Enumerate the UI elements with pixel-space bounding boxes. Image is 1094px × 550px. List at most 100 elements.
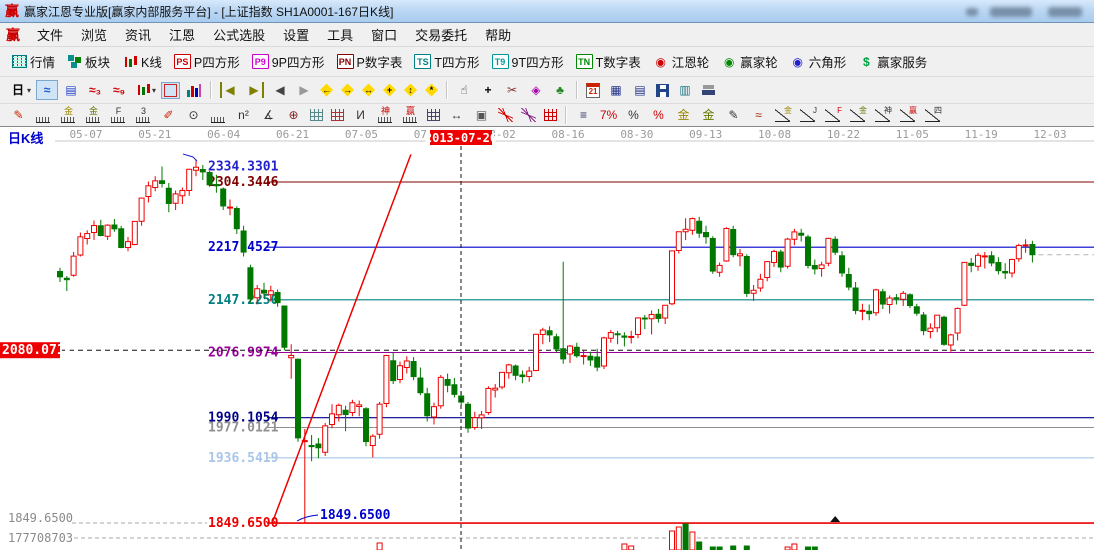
comb-tool[interactable]: [32, 105, 55, 126]
mark-tool-button[interactable]: ◈: [525, 80, 547, 100]
menu-item[interactable]: 浏览: [72, 23, 116, 46]
gann-level-label: 2076.9974: [208, 346, 279, 361]
harrow-tool[interactable]: ↔: [445, 105, 468, 125]
t-square-button[interactable]: TS T四方形: [408, 50, 485, 73]
purple-fan-tool[interactable]: [518, 106, 539, 124]
menu-item[interactable]: 文件: [28, 23, 72, 46]
p-number-table-button[interactable]: PN P数字表: [331, 50, 409, 73]
hexagon-button[interactable]: ◉ 六角形: [784, 50, 853, 73]
skip-start-button[interactable]: ◀: [217, 80, 241, 100]
percent-tool[interactable]: %: [622, 105, 645, 125]
info-panel-button[interactable]: ▤: [60, 80, 82, 100]
percent-under-tool[interactable]: %: [647, 105, 670, 125]
t-number-table-button[interactable]: TN T数字表: [570, 50, 647, 73]
p-square-button[interactable]: PS P四方形: [168, 50, 246, 73]
red-grid-tool[interactable]: [541, 107, 560, 123]
pen-tool[interactable]: ✎: [7, 105, 30, 125]
si-angle-tool[interactable]: 四: [922, 105, 945, 125]
toolbar-button-icon: F: [110, 107, 127, 124]
menu-item[interactable]: 公式选股: [204, 23, 274, 46]
zigzag3-button[interactable]: ≈₃: [84, 80, 106, 100]
brush-tool[interactable]: ✐: [157, 105, 180, 125]
ying-angle-tool[interactable]: 赢: [897, 105, 920, 125]
expand-all-button[interactable]: *: [422, 82, 441, 99]
star-grid-tool[interactable]: [307, 107, 326, 123]
spiral-grid-tool[interactable]: [328, 107, 347, 123]
winner-wheel-button[interactable]: ◉ 赢家轮: [715, 50, 784, 73]
toolbar-button-icon: ◉: [790, 54, 806, 70]
gann-box-button[interactable]: [161, 82, 180, 99]
kline-chart[interactable]: 05-0705-2106-0406-2107-0507-1808-0208-16…: [0, 127, 1094, 550]
angle-measure-tool[interactable]: ∡: [257, 105, 280, 125]
kline-chart-canvas[interactable]: 05-0705-2106-0406-2107-0507-1808-0208-16…: [0, 127, 1094, 550]
scissors-tool-button[interactable]: ✂: [501, 80, 523, 100]
winner-service-button[interactable]: $ 赢家服务: [852, 50, 933, 73]
expand-horizontal-button[interactable]: ↔: [359, 82, 378, 99]
levels-tool[interactable]: ≡: [572, 105, 595, 125]
gold-comb2-tool[interactable]: 金: [82, 105, 105, 126]
ying-comb-tool[interactable]: 赢: [399, 105, 422, 126]
save-button[interactable]: [653, 82, 672, 99]
hand-tool-button[interactable]: ☝: [453, 80, 475, 100]
profile-histogram-button[interactable]: [182, 80, 205, 100]
period-day-dropdown[interactable]: 日 ▾: [7, 80, 34, 100]
calculator-button[interactable]: ▦: [605, 80, 627, 100]
j-angle-tool[interactable]: J: [797, 105, 820, 125]
crosshair-tool-button[interactable]: +: [477, 80, 499, 100]
print-button[interactable]: [698, 81, 719, 99]
kline-button[interactable]: K线: [116, 50, 168, 73]
toolbar-button-icon: 神: [875, 107, 892, 123]
menu-item[interactable]: 交易委托: [406, 23, 476, 46]
menu-item[interactable]: 设置: [274, 23, 318, 46]
gold-lines-tool[interactable]: 金: [697, 105, 720, 125]
band-tool[interactable]: ≈: [747, 105, 770, 125]
next-bar-button[interactable]: ▶: [293, 80, 315, 100]
f-angle-tool[interactable]: F: [822, 105, 845, 125]
shift-left-button[interactable]: ←: [317, 82, 336, 99]
comb2-tool[interactable]: [207, 105, 230, 126]
three-comb-tool[interactable]: 3: [132, 105, 155, 126]
menu-item[interactable]: 窗口: [362, 23, 406, 46]
candle-style-dropdown[interactable]: ▾: [132, 80, 159, 100]
gold-angle-tool[interactable]: 金: [772, 105, 795, 125]
number-grid-tool[interactable]: [424, 107, 443, 123]
wave-tool-button[interactable]: ≈: [36, 80, 58, 100]
shen-comb-tool[interactable]: 神: [374, 105, 397, 126]
p9-square-button[interactable]: P9 9P四方形: [246, 50, 331, 73]
candle-body: [615, 334, 620, 335]
expand-vertical-button[interactable]: ↕: [401, 82, 420, 99]
menu-item[interactable]: 资讯: [116, 23, 160, 46]
gold-angle2-tool[interactable]: 金: [847, 105, 870, 125]
compass-tool[interactable]: ⊙: [182, 105, 205, 125]
skip-end-button[interactable]: ▶: [243, 80, 267, 100]
wave-count-tool[interactable]: И: [349, 105, 372, 125]
menu-item[interactable]: 江恩: [160, 23, 204, 46]
n-square-tool[interactable]: n²: [232, 105, 255, 125]
gann-circle-tool[interactable]: ⊕: [282, 105, 305, 125]
red-fan-tool[interactable]: [495, 106, 516, 124]
shift-right-button[interactable]: →: [338, 82, 357, 99]
zigzag9-button[interactable]: ≈₉: [108, 80, 130, 100]
gann-wheel-button[interactable]: ◉ 江恩轮: [647, 50, 716, 73]
calendar-button[interactable]: 21: [583, 81, 603, 100]
menu-item[interactable]: 帮助: [476, 23, 520, 46]
image-export-button[interactable]: ▥: [674, 80, 696, 100]
shen-angle-tool[interactable]: 神: [872, 105, 895, 125]
percent-line-tool[interactable]: 7%: [597, 105, 620, 125]
candle-body: [772, 251, 777, 262]
box-tool[interactable]: ▣: [470, 105, 493, 125]
clover-tool-button[interactable]: ♣: [549, 80, 571, 100]
notes-button[interactable]: ▤: [629, 80, 651, 100]
compress-button[interactable]: +: [380, 82, 399, 99]
toolbar-button-icon: ▤: [632, 82, 648, 98]
prev-bar-button[interactable]: ◀: [269, 80, 291, 100]
t9-square-button[interactable]: T9 9T四方形: [486, 50, 570, 73]
gold-circle-tool[interactable]: 金: [672, 105, 695, 125]
quotes-button[interactable]: 行情: [6, 50, 61, 73]
menu-item[interactable]: 工具: [318, 23, 362, 46]
ink-tool[interactable]: ✎: [722, 105, 745, 125]
gold-comb-tool[interactable]: 金: [57, 105, 80, 126]
toolbar-main: 行情 板块 K线 PS P四方形 P9 9P四方形 PN P数字表 TS T四方…: [0, 47, 1094, 77]
f-comb-tool[interactable]: F: [107, 105, 130, 126]
sectors-button[interactable]: 板块: [61, 50, 116, 73]
